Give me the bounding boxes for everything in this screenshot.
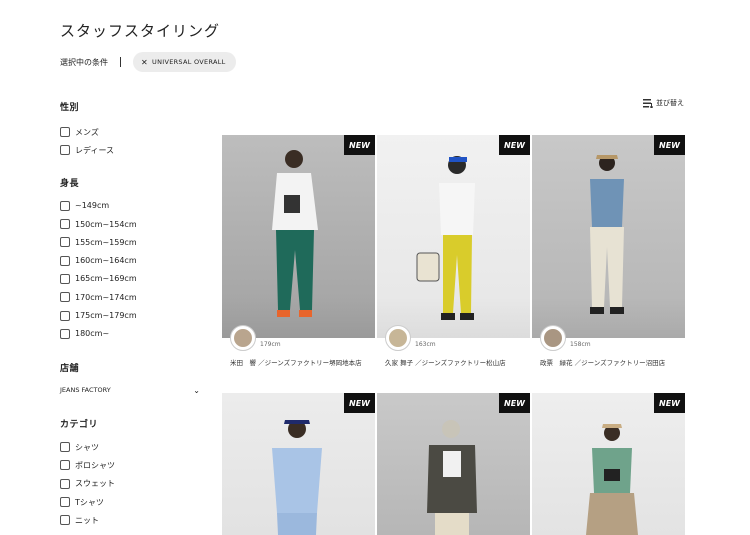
staff-height: 163cm xyxy=(415,341,436,348)
filter-option[interactable]: スウェット xyxy=(60,475,205,493)
category-title: カテゴリ xyxy=(60,419,99,430)
option-label: メンズ xyxy=(75,127,99,137)
styling-photo[interactable]: NEW xyxy=(222,393,375,535)
styling-photo[interactable]: NEW xyxy=(377,393,530,535)
staff-name[interactable]: 米田 響 ／ジーンズファクトリー堺岡地本店 xyxy=(230,358,375,369)
filter-option[interactable]: Tシャツ xyxy=(60,493,205,511)
checkbox[interactable] xyxy=(60,237,70,248)
filter-option[interactable]: ニット xyxy=(60,511,205,529)
filter-option[interactable]: メンズ xyxy=(60,123,205,141)
option-label: レディース xyxy=(75,145,115,155)
person-figure xyxy=(272,420,322,535)
store-selected: JEANS FACTORY xyxy=(60,386,111,395)
option-label: 160cm~164cm xyxy=(75,256,137,266)
option-label: スウェット xyxy=(75,479,115,489)
option-label: シャツ xyxy=(75,442,99,452)
filter-option[interactable]: ポロシャツ xyxy=(60,456,205,474)
filter-option[interactable]: 160cm~164cm xyxy=(60,251,205,269)
person-figure xyxy=(590,155,624,314)
gender-title: 性別 xyxy=(60,103,80,113)
condition-chip[interactable]: ✕ UNIVERSAL OVERALL xyxy=(133,52,236,72)
checkbox[interactable] xyxy=(60,255,70,266)
filter-option[interactable]: 165cm~169cm xyxy=(60,270,205,288)
store-title: 店舗 xyxy=(60,363,80,374)
checkbox[interactable] xyxy=(60,219,70,230)
avatar xyxy=(385,325,411,351)
filter-option[interactable]: 175cm~179cm xyxy=(60,306,205,324)
checkbox[interactable] xyxy=(60,292,70,303)
filter-option[interactable]: シャツ xyxy=(60,438,205,456)
person-figure xyxy=(586,424,638,535)
conditions-label: 選択中の条件 xyxy=(60,57,108,67)
checkbox[interactable] xyxy=(60,273,70,284)
divider xyxy=(120,57,121,67)
option-label: 150cm~154cm xyxy=(75,219,137,229)
styling-photo[interactable]: NEW xyxy=(222,135,375,338)
styling-card[interactable]: NEW xyxy=(222,393,375,535)
filter-option[interactable]: ~149cm xyxy=(60,197,205,215)
option-label: Tシャツ xyxy=(75,497,104,507)
filter-option[interactable]: レディース xyxy=(60,141,205,159)
checkbox[interactable] xyxy=(60,478,70,489)
staff-height: 158cm xyxy=(570,341,591,348)
styling-card[interactable]: NEW 179cm 米田 響 ／ジーンズファクトリー堺岡地本店 xyxy=(222,135,375,367)
chevron-down-icon: ⌄ xyxy=(193,385,200,395)
option-label: 175cm~179cm xyxy=(75,311,137,321)
checkbox[interactable] xyxy=(60,310,70,321)
filter-sidebar: 性別 メンズ レディース 身長 ~149cm 150cm~154cm 155cm… xyxy=(60,100,205,529)
styling-photo[interactable]: NEW xyxy=(532,135,685,338)
checkbox[interactable] xyxy=(60,200,70,211)
new-badge: NEW xyxy=(654,135,685,155)
option-label: ニット xyxy=(75,515,99,525)
sort-icon xyxy=(643,98,653,108)
person-figure xyxy=(272,150,318,317)
avatar xyxy=(230,325,256,351)
filter-option[interactable]: 180cm~ xyxy=(60,325,205,343)
height-title: 身長 xyxy=(60,178,80,189)
checkbox[interactable] xyxy=(60,328,70,339)
option-label: 155cm~159cm xyxy=(75,237,137,247)
staff-name[interactable]: 政票 緑花 ／ジーンズファクトリー沼田店 xyxy=(540,358,685,369)
staff-height: 179cm xyxy=(260,341,281,348)
page-title: スタッフスタイリング xyxy=(60,22,221,40)
person-figure xyxy=(416,156,475,320)
close-icon[interactable]: ✕ xyxy=(141,58,148,67)
styling-card[interactable]: NEW 163cm 久家 舞子 ／ジーンズファクトリー松山店 xyxy=(377,135,530,367)
styling-card[interactable]: NEW xyxy=(532,393,685,535)
staff-name[interactable]: 久家 舞子 ／ジーンズファクトリー松山店 xyxy=(385,358,530,369)
option-label: 180cm~ xyxy=(75,329,110,339)
store-select[interactable]: JEANS FACTORY ⌄ xyxy=(60,386,200,395)
styling-card[interactable]: NEW 158cm 政票 緑花 ／ジーンズファクトリー沼田店 xyxy=(532,135,685,367)
selected-conditions: 選択中の条件 ✕ UNIVERSAL OVERALL xyxy=(60,52,236,72)
option-label: 170cm~174cm xyxy=(75,292,137,302)
checkbox[interactable] xyxy=(60,127,70,138)
checkbox[interactable] xyxy=(60,497,70,507)
option-label: ポロシャツ xyxy=(75,460,115,470)
condition-chip-label: UNIVERSAL OVERALL xyxy=(152,58,226,66)
new-badge: NEW xyxy=(654,393,685,413)
checkbox[interactable] xyxy=(60,145,70,156)
styling-card[interactable]: NEW xyxy=(377,393,530,535)
new-badge: NEW xyxy=(499,393,530,413)
checkbox[interactable] xyxy=(60,442,70,453)
avatar xyxy=(540,325,566,351)
sort-button[interactable]: 並び替え xyxy=(643,98,684,108)
new-badge: NEW xyxy=(344,135,375,155)
sort-label: 並び替え xyxy=(656,99,684,107)
filter-option[interactable]: 170cm~174cm xyxy=(60,288,205,306)
person-figure xyxy=(427,420,477,535)
option-label: 165cm~169cm xyxy=(75,274,137,284)
filter-option[interactable]: 155cm~159cm xyxy=(60,233,205,251)
new-badge: NEW xyxy=(344,393,375,413)
new-badge: NEW xyxy=(499,135,530,155)
styling-photo[interactable]: NEW xyxy=(377,135,530,338)
filter-option[interactable]: 150cm~154cm xyxy=(60,215,205,233)
styling-photo[interactable]: NEW xyxy=(532,393,685,535)
checkbox[interactable] xyxy=(60,515,70,526)
checkbox[interactable] xyxy=(60,460,70,471)
option-label: ~149cm xyxy=(75,201,110,211)
